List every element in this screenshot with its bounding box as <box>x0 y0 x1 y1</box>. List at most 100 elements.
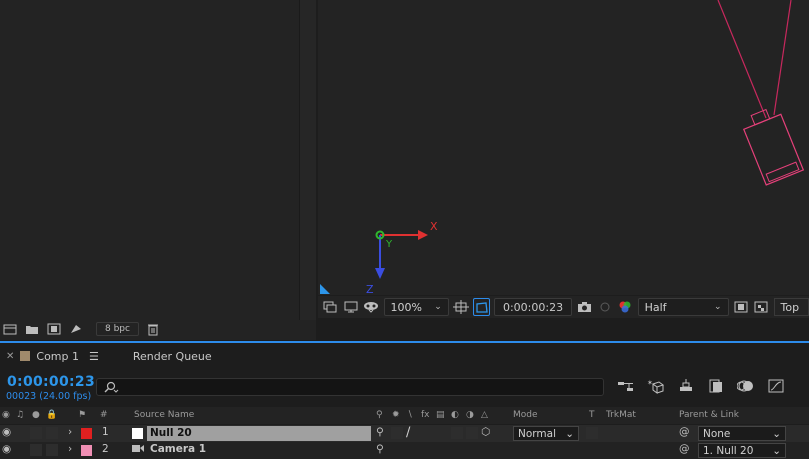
layer-name[interactable]: Null 20 <box>147 426 371 441</box>
solo-icon[interactable]: ● <box>32 410 40 420</box>
visibility-eye-icon[interactable]: ◉ <box>2 426 11 438</box>
project-scrollbar[interactable] <box>299 0 316 320</box>
chevron-down-icon: ⌄ <box>772 428 781 440</box>
panel-focus-divider <box>0 341 809 343</box>
title-action-safe-icon[interactable] <box>453 298 470 316</box>
current-time-display[interactable]: 0:00:00:23 <box>7 374 95 390</box>
parent-dropdown[interactable]: None ⌄ <box>698 426 786 441</box>
resolution-value: Half <box>644 300 667 314</box>
bit-depth-button[interactable]: 8 bpc <box>96 322 139 336</box>
column-source-name[interactable]: Source Name <box>134 410 194 420</box>
collapse-column-icon[interactable]: ✹ <box>392 410 400 420</box>
viewer-toolbar: 100% ⌄ 0:00:00:23 Half ⌄ Top <box>318 296 809 318</box>
motion-blur-icon[interactable] <box>736 376 756 396</box>
audio-icon[interactable]: ♫ <box>16 410 24 420</box>
region-corner-marker <box>320 284 330 294</box>
new-composition-icon[interactable] <box>46 322 62 336</box>
axis-gizmo[interactable] <box>375 230 428 279</box>
preserve-transparency-toggle[interactable] <box>586 427 598 439</box>
tab-label: Render Queue <box>132 349 212 363</box>
layer-row[interactable]: ◉ › 1 Null 20 ⚲ ∕ ⬡ Normal ⌄ @ None ⌄ <box>0 425 809 442</box>
eye-icon[interactable]: ◉ <box>2 410 10 420</box>
3d-view-value: Top <box>780 300 800 314</box>
shy-switch-icon[interactable]: ⚲ <box>376 443 384 455</box>
new-folder-icon[interactable] <box>24 322 40 336</box>
blend-mode-dropdown[interactable]: Normal ⌄ <box>513 426 579 441</box>
layer-search-input[interactable] <box>96 378 604 396</box>
pick-whip-icon[interactable]: @ <box>679 426 690 438</box>
blend-mode-value: Normal <box>518 428 556 440</box>
draft-3d-icon[interactable]: ✶ <box>646 376 666 396</box>
y-axis-label: Y <box>385 239 393 250</box>
layer-row[interactable]: ◉ › 2 Camera 1 ⚲ @ 1. Null 20 ⌄ <box>0 442 809 459</box>
chevron-right-icon[interactable]: › <box>68 443 72 455</box>
x-axis-label: X <box>430 220 438 233</box>
magnification-value: 100% <box>390 300 422 314</box>
3d-view-dropdown[interactable]: Top <box>773 298 809 316</box>
frame-rate-display: 00023 (24.00 fps) <box>6 391 92 402</box>
viewer-current-time[interactable]: 0:00:00:23 <box>493 298 573 316</box>
shy-layers-icon[interactable] <box>676 376 696 396</box>
lock-toggle[interactable] <box>46 444 58 456</box>
solo-toggle[interactable] <box>30 427 42 439</box>
column-t: T <box>589 410 595 420</box>
motion-blur-switch[interactable] <box>451 427 463 439</box>
shy-switch-icon[interactable]: ⚲ <box>376 426 384 438</box>
lock-toggle[interactable] <box>46 427 58 439</box>
trash-icon[interactable] <box>145 322 161 336</box>
chevron-right-icon[interactable]: › <box>68 426 72 438</box>
transparency-grid-icon[interactable] <box>753 298 770 316</box>
layer-label-color[interactable] <box>81 445 92 456</box>
camera-shape[interactable] <box>740 105 805 186</box>
always-preview-icon[interactable] <box>322 298 339 316</box>
tab-menu-icon[interactable]: ☰ <box>89 350 99 363</box>
collapse-switch[interactable] <box>391 427 403 439</box>
layer-label-color[interactable] <box>81 428 92 439</box>
adjustment-column-icon[interactable]: ◑ <box>466 410 474 420</box>
visibility-eye-icon[interactable]: ◉ <box>2 443 11 455</box>
lock-icon[interactable]: 🔒 <box>46 410 57 420</box>
layer-name[interactable]: Camera 1 <box>150 443 206 455</box>
column-trkmat: TrkMat <box>606 410 636 420</box>
graph-editor-icon[interactable] <box>766 376 786 396</box>
shy-column-icon[interactable]: ⚲ <box>376 410 383 420</box>
camera-layer-icon <box>131 443 145 457</box>
project-settings-icon[interactable] <box>68 322 84 336</box>
frame-blend-column-icon[interactable]: ▤ <box>436 410 445 420</box>
chevron-down-icon: ⌄ <box>714 302 722 312</box>
search-icon <box>104 381 119 393</box>
effects-column-icon[interactable]: fx <box>421 410 430 420</box>
monitor-icon[interactable] <box>343 298 360 316</box>
snapshot-camera-icon[interactable] <box>576 298 593 316</box>
composition-mini-flowchart-icon[interactable] <box>616 376 636 396</box>
resolution-dropdown[interactable]: Half ⌄ <box>637 298 729 316</box>
camera-frustum-line <box>773 0 792 116</box>
pick-whip-icon[interactable]: @ <box>679 443 690 455</box>
composition-viewer[interactable]: X Y Z <box>318 0 809 295</box>
label-tag-icon[interactable]: ⚑ <box>78 410 86 420</box>
channel-rgb-icon[interactable] <box>617 298 634 316</box>
tab-comp-1[interactable]: ✕ Comp 1 ☰ <box>0 345 105 367</box>
chevron-down-icon: ⌄ <box>434 302 442 312</box>
toggle-mask-path-icon[interactable] <box>473 298 490 316</box>
quality-switch-icon[interactable]: ∕ <box>406 425 410 440</box>
parent-value: None <box>703 428 731 440</box>
3d-layer-switch-icon[interactable]: ⬡ <box>481 426 490 438</box>
mask-visibility-icon[interactable] <box>363 298 380 316</box>
3d-layer-column-icon[interactable]: △ <box>481 410 488 420</box>
motion-blur-column-icon[interactable]: ◐ <box>451 410 459 420</box>
frame-blending-icon[interactable] <box>706 376 726 396</box>
tab-render-queue[interactable]: Render Queue <box>127 345 218 367</box>
viewer-canvas: X Y Z <box>320 0 805 295</box>
timeline-tools: ✶ <box>616 376 786 396</box>
column-number: # <box>100 410 108 420</box>
adjustment-switch[interactable] <box>466 427 478 439</box>
parent-dropdown[interactable]: 1. Null 20 ⌄ <box>698 443 786 458</box>
show-snapshot-icon[interactable] <box>597 298 614 316</box>
solo-toggle[interactable] <box>30 444 42 456</box>
close-icon[interactable]: ✕ <box>6 351 14 362</box>
magnification-dropdown[interactable]: 100% ⌄ <box>383 298 449 316</box>
region-of-interest-icon[interactable] <box>733 298 750 316</box>
interpret-footage-icon[interactable] <box>2 322 18 336</box>
quality-column-icon[interactable]: ∖ <box>407 410 413 420</box>
